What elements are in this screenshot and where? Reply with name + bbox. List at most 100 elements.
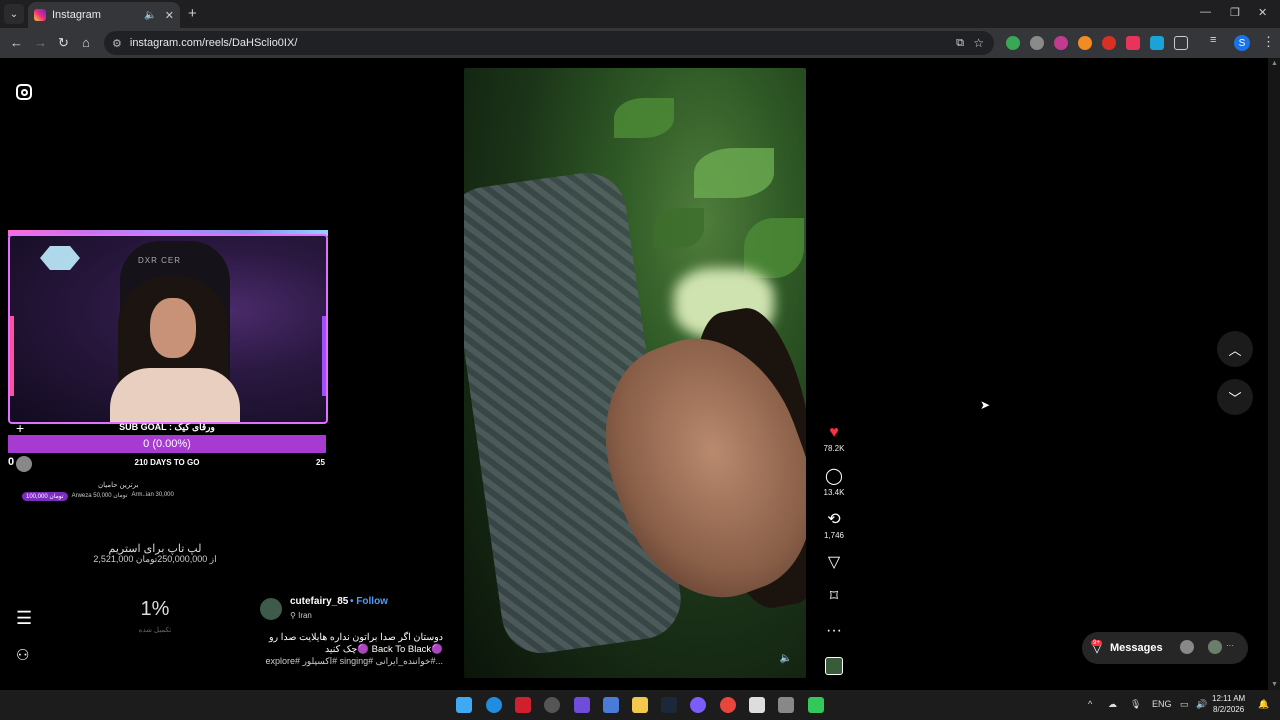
like-button[interactable]: ♥ 78.2K bbox=[816, 424, 852, 453]
tab-instagram[interactable]: Instagram 🔈 ✕ bbox=[28, 2, 180, 28]
extension-3-icon[interactable] bbox=[1054, 36, 1068, 50]
bookmark-star-icon[interactable]: ☆ bbox=[973, 36, 984, 50]
app-blue-icon[interactable] bbox=[603, 697, 619, 713]
ellipsis-icon: ··· bbox=[826, 622, 842, 639]
likes-count: 78.2K bbox=[823, 444, 845, 453]
chair-brand-text: DXR CER bbox=[138, 256, 182, 265]
send-icon: ▽ bbox=[827, 554, 841, 571]
volume-icon[interactable]: 🔊 bbox=[1196, 699, 1207, 710]
speaker-icon[interactable]: 🔈 bbox=[144, 10, 156, 21]
extension-5-icon[interactable] bbox=[1102, 36, 1116, 50]
donation-goal-amount: 2,521,000 از 250,000,000تومان bbox=[93, 554, 217, 564]
donation-percent: 1% bbox=[140, 598, 170, 620]
repost-icon: ⟲ bbox=[827, 511, 841, 528]
home-icon[interactable]: ⌂ bbox=[82, 35, 90, 50]
reel-hashtags[interactable]: explore# اکسپلور# singing# خواننده_ایران… bbox=[258, 656, 443, 667]
steam-icon[interactable] bbox=[661, 697, 677, 713]
location-label[interactable]: ⚲ Iran bbox=[290, 611, 312, 620]
windows-start-icon[interactable] bbox=[456, 697, 472, 713]
language-indicator[interactable]: ENG bbox=[1152, 699, 1172, 709]
next-reel-button[interactable]: ﹀ bbox=[1217, 379, 1253, 415]
repost-button[interactable]: ⟲ 1,746 bbox=[816, 509, 852, 540]
browser-toolbar: ← → ↻ ⌂ ⚙ instagram.com/reels/DaHSclio0I… bbox=[0, 28, 1280, 58]
tray-overflow-icon[interactable]: ^ bbox=[1088, 699, 1092, 709]
window-close-icon[interactable]: ✕ bbox=[1258, 6, 1267, 19]
comment-button[interactable]: ◯ 13.4K bbox=[816, 466, 852, 497]
scroll-down-icon[interactable]: ▼ bbox=[1271, 681, 1278, 688]
scroll-up-icon[interactable]: ▲ bbox=[1271, 60, 1278, 67]
extension-6-icon[interactable] bbox=[1126, 36, 1140, 50]
top-donors-title: برترین حامیان bbox=[98, 482, 139, 489]
reload-icon[interactable]: ↻ bbox=[58, 35, 69, 51]
chevron-up-icon: ︿ bbox=[1228, 342, 1242, 358]
address-bar[interactable]: ⚙ instagram.com/reels/DaHSclio0IX/ ⧉ ☆ bbox=[104, 31, 994, 55]
system-clock[interactable]: 12:11 AM 8/2/2026 bbox=[1212, 693, 1245, 715]
profile-avatar[interactable]: S bbox=[1234, 35, 1250, 51]
ellipsis-icon: ··· bbox=[1226, 641, 1234, 650]
follow-button[interactable]: • Follow bbox=[350, 596, 388, 607]
windows-taskbar: ^ ☁ 🎙 ENG ▭ 🔊 12:11 AM 8/2/2026 🔔 bbox=[0, 690, 1280, 720]
app-white-icon[interactable] bbox=[749, 697, 765, 713]
clock-date: 8/2/2026 bbox=[1213, 705, 1245, 714]
tab-title: Instagram bbox=[52, 9, 101, 21]
copilot-icon[interactable] bbox=[574, 697, 590, 713]
chevron-down-icon: ﹀ bbox=[1228, 390, 1242, 406]
restore-icon[interactable]: ❐ bbox=[1230, 6, 1240, 19]
save-button[interactable]: ⌑ bbox=[816, 586, 852, 606]
browser-tab-bar: ⌄ Instagram 🔈 ✕ + — ❐ ✕ bbox=[0, 0, 1280, 28]
app-purple-icon[interactable] bbox=[690, 697, 706, 713]
app-green-icon[interactable] bbox=[808, 697, 824, 713]
chrome-icon[interactable] bbox=[720, 697, 736, 713]
url-text[interactable]: instagram.com/reels/DaHSclio0IX/ bbox=[130, 37, 298, 49]
author-avatar[interactable] bbox=[260, 598, 282, 620]
extensions-puzzle-icon[interactable] bbox=[1174, 36, 1188, 50]
sub-goal-progress: 0 (0.00%) bbox=[8, 435, 326, 453]
app-red-icon[interactable] bbox=[515, 697, 531, 713]
streamer-figure bbox=[110, 276, 240, 422]
file-explorer-icon[interactable] bbox=[632, 697, 648, 713]
edge-icon[interactable] bbox=[486, 697, 502, 713]
app-circle-icon[interactable] bbox=[544, 697, 560, 713]
media-control-icon[interactable]: ≡ bbox=[1210, 34, 1224, 48]
extension-4-icon[interactable] bbox=[1078, 36, 1092, 50]
site-info-icon[interactable]: ⚙ bbox=[112, 37, 122, 50]
browser-menu-icon[interactable]: ⋮ bbox=[1262, 34, 1275, 50]
comments-count: 13.4K bbox=[823, 488, 845, 497]
light-bar-left bbox=[10, 316, 14, 396]
reel-video[interactable]: 🔈 bbox=[464, 68, 806, 678]
onedrive-icon[interactable]: ☁ bbox=[1108, 699, 1117, 710]
notifications-icon[interactable]: 🔔 bbox=[1258, 699, 1269, 710]
author-username[interactable]: cutefairy_85 bbox=[290, 596, 348, 607]
extension-7-icon[interactable] bbox=[1150, 36, 1164, 50]
microphone-icon[interactable]: 🎙 bbox=[1130, 699, 1141, 710]
network-icon[interactable]: ▭ bbox=[1180, 699, 1189, 710]
apps-icon[interactable]: ⚇ bbox=[16, 646, 29, 664]
app-gray-icon[interactable] bbox=[778, 697, 794, 713]
extension-1-icon[interactable] bbox=[1006, 36, 1020, 50]
extension-2-icon[interactable] bbox=[1030, 36, 1044, 50]
new-tab-button[interactable]: + bbox=[188, 5, 197, 22]
reel-caption: دوستان اگر صدا براتون نداره هایلایت صدا … bbox=[258, 632, 443, 656]
more-options-button[interactable]: ··· bbox=[816, 622, 852, 640]
clock-time: 12:11 AM bbox=[1212, 694, 1246, 703]
mute-toggle-icon[interactable]: 🔈 bbox=[780, 653, 792, 664]
donation-percent-label: تکمیل شده bbox=[138, 627, 172, 634]
instagram-logo-icon[interactable] bbox=[16, 84, 32, 100]
page-scrollbar[interactable]: ▲ ▼ bbox=[1268, 58, 1280, 690]
install-app-icon[interactable]: ⧉ bbox=[956, 37, 964, 50]
minimize-icon[interactable]: — bbox=[1200, 6, 1211, 18]
donor-item: 100,000 تومان bbox=[22, 492, 68, 501]
menu-icon[interactable]: ☰ bbox=[16, 608, 32, 629]
tab-close-icon[interactable]: ✕ bbox=[165, 9, 174, 22]
audio-thumbnail[interactable] bbox=[825, 657, 843, 675]
share-button[interactable]: ▽ bbox=[816, 552, 852, 572]
messages-badge: 9+ bbox=[1091, 640, 1102, 646]
stream-webcam: DXR CER bbox=[8, 234, 328, 424]
donor-item: Arweza 50,000 تومان bbox=[71, 493, 128, 499]
back-icon[interactable]: ← bbox=[10, 35, 23, 50]
previous-reel-button[interactable]: ︿ bbox=[1217, 331, 1253, 367]
tab-search-icon[interactable]: ⌄ bbox=[4, 4, 24, 24]
light-bar-right bbox=[322, 316, 326, 396]
messages-button[interactable]: ▽ 9+ Messages ··· bbox=[1082, 632, 1248, 664]
forward-icon[interactable]: → bbox=[34, 35, 47, 50]
